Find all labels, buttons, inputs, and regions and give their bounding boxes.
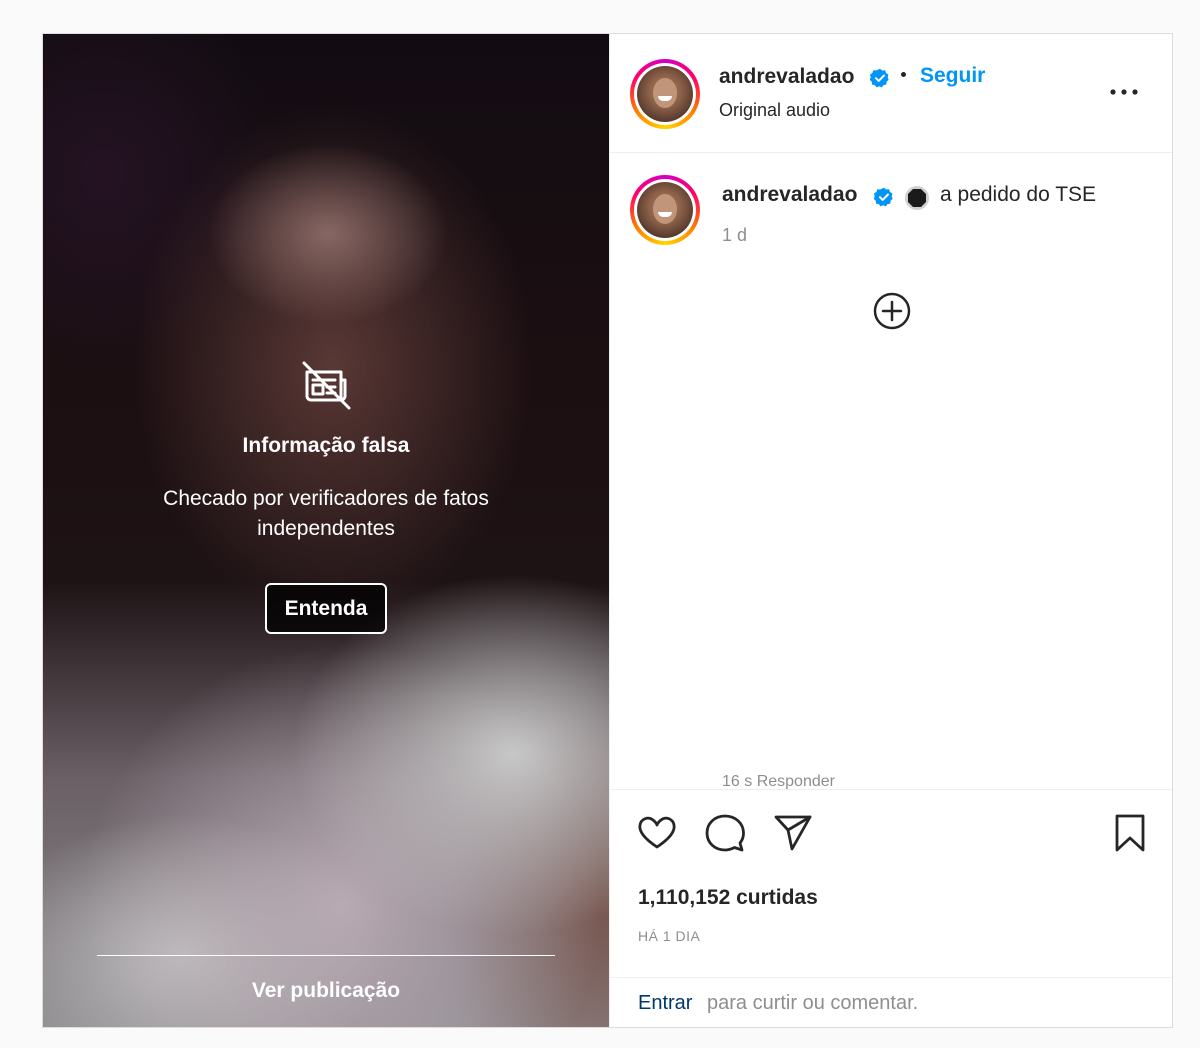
header-username[interactable]: andrevaladao xyxy=(719,65,854,89)
follow-button[interactable]: Seguir xyxy=(920,64,985,88)
post-media: Informação falsa Checado por verificador… xyxy=(43,34,609,1027)
fact-check-subtitle: Checado por verificadores de fatos indep… xyxy=(163,487,489,540)
more-options-icon[interactable] xyxy=(1107,82,1141,102)
plus-circle-icon[interactable] xyxy=(872,291,912,331)
login-prompt-text: para curtir ou comentar. xyxy=(707,992,919,1014)
post-side-panel: andrevaladao Seguir Original audio andre… xyxy=(609,34,1172,1027)
comment-icon[interactable] xyxy=(704,812,746,854)
false-information-icon xyxy=(302,361,351,410)
post-header: andrevaladao Seguir Original audio xyxy=(610,34,1172,153)
view-post-button[interactable]: Ver publicação xyxy=(43,979,609,1003)
login-link[interactable]: Entrar xyxy=(638,992,692,1015)
caption-timestamp[interactable]: 1 d xyxy=(722,225,747,246)
bookmark-icon[interactable] xyxy=(1109,812,1151,854)
black-circle-emoji-icon xyxy=(905,186,929,210)
send-icon[interactable] xyxy=(772,812,814,854)
post-actions: 1,110,152 curtidas HÁ 1 DIA xyxy=(610,789,1172,977)
caption-username[interactable]: andrevaladao xyxy=(722,183,857,207)
original-audio-link[interactable]: Original audio xyxy=(719,100,830,121)
verified-badge-icon xyxy=(870,68,889,88)
login-prompt: Entrar para curtir ou comentar. xyxy=(610,977,1172,1027)
partial-comment-meta: 16 s Responder xyxy=(722,773,835,789)
post-date[interactable]: HÁ 1 DIA xyxy=(638,928,700,944)
caption-text: a pedido do TSE xyxy=(940,183,1097,206)
separator-dot xyxy=(901,72,906,77)
false-information-overlay: Informação falsa Checado por verificador… xyxy=(43,34,609,1027)
understand-button[interactable]: Entenda xyxy=(265,583,387,634)
caption-avatar[interactable] xyxy=(630,175,700,245)
instagram-post: Informação falsa Checado por verificador… xyxy=(42,33,1173,1028)
likes-count[interactable]: 1,110,152 curtidas xyxy=(638,886,818,910)
verified-badge-icon xyxy=(874,187,893,207)
avatar[interactable] xyxy=(630,59,700,129)
heart-icon[interactable] xyxy=(636,812,678,854)
false-information-title: Informação falsa xyxy=(242,434,410,457)
comments-section: andrevaladao a pedido do TSE 1 d 16 s Re… xyxy=(610,153,1172,789)
overlay-divider xyxy=(97,955,555,956)
